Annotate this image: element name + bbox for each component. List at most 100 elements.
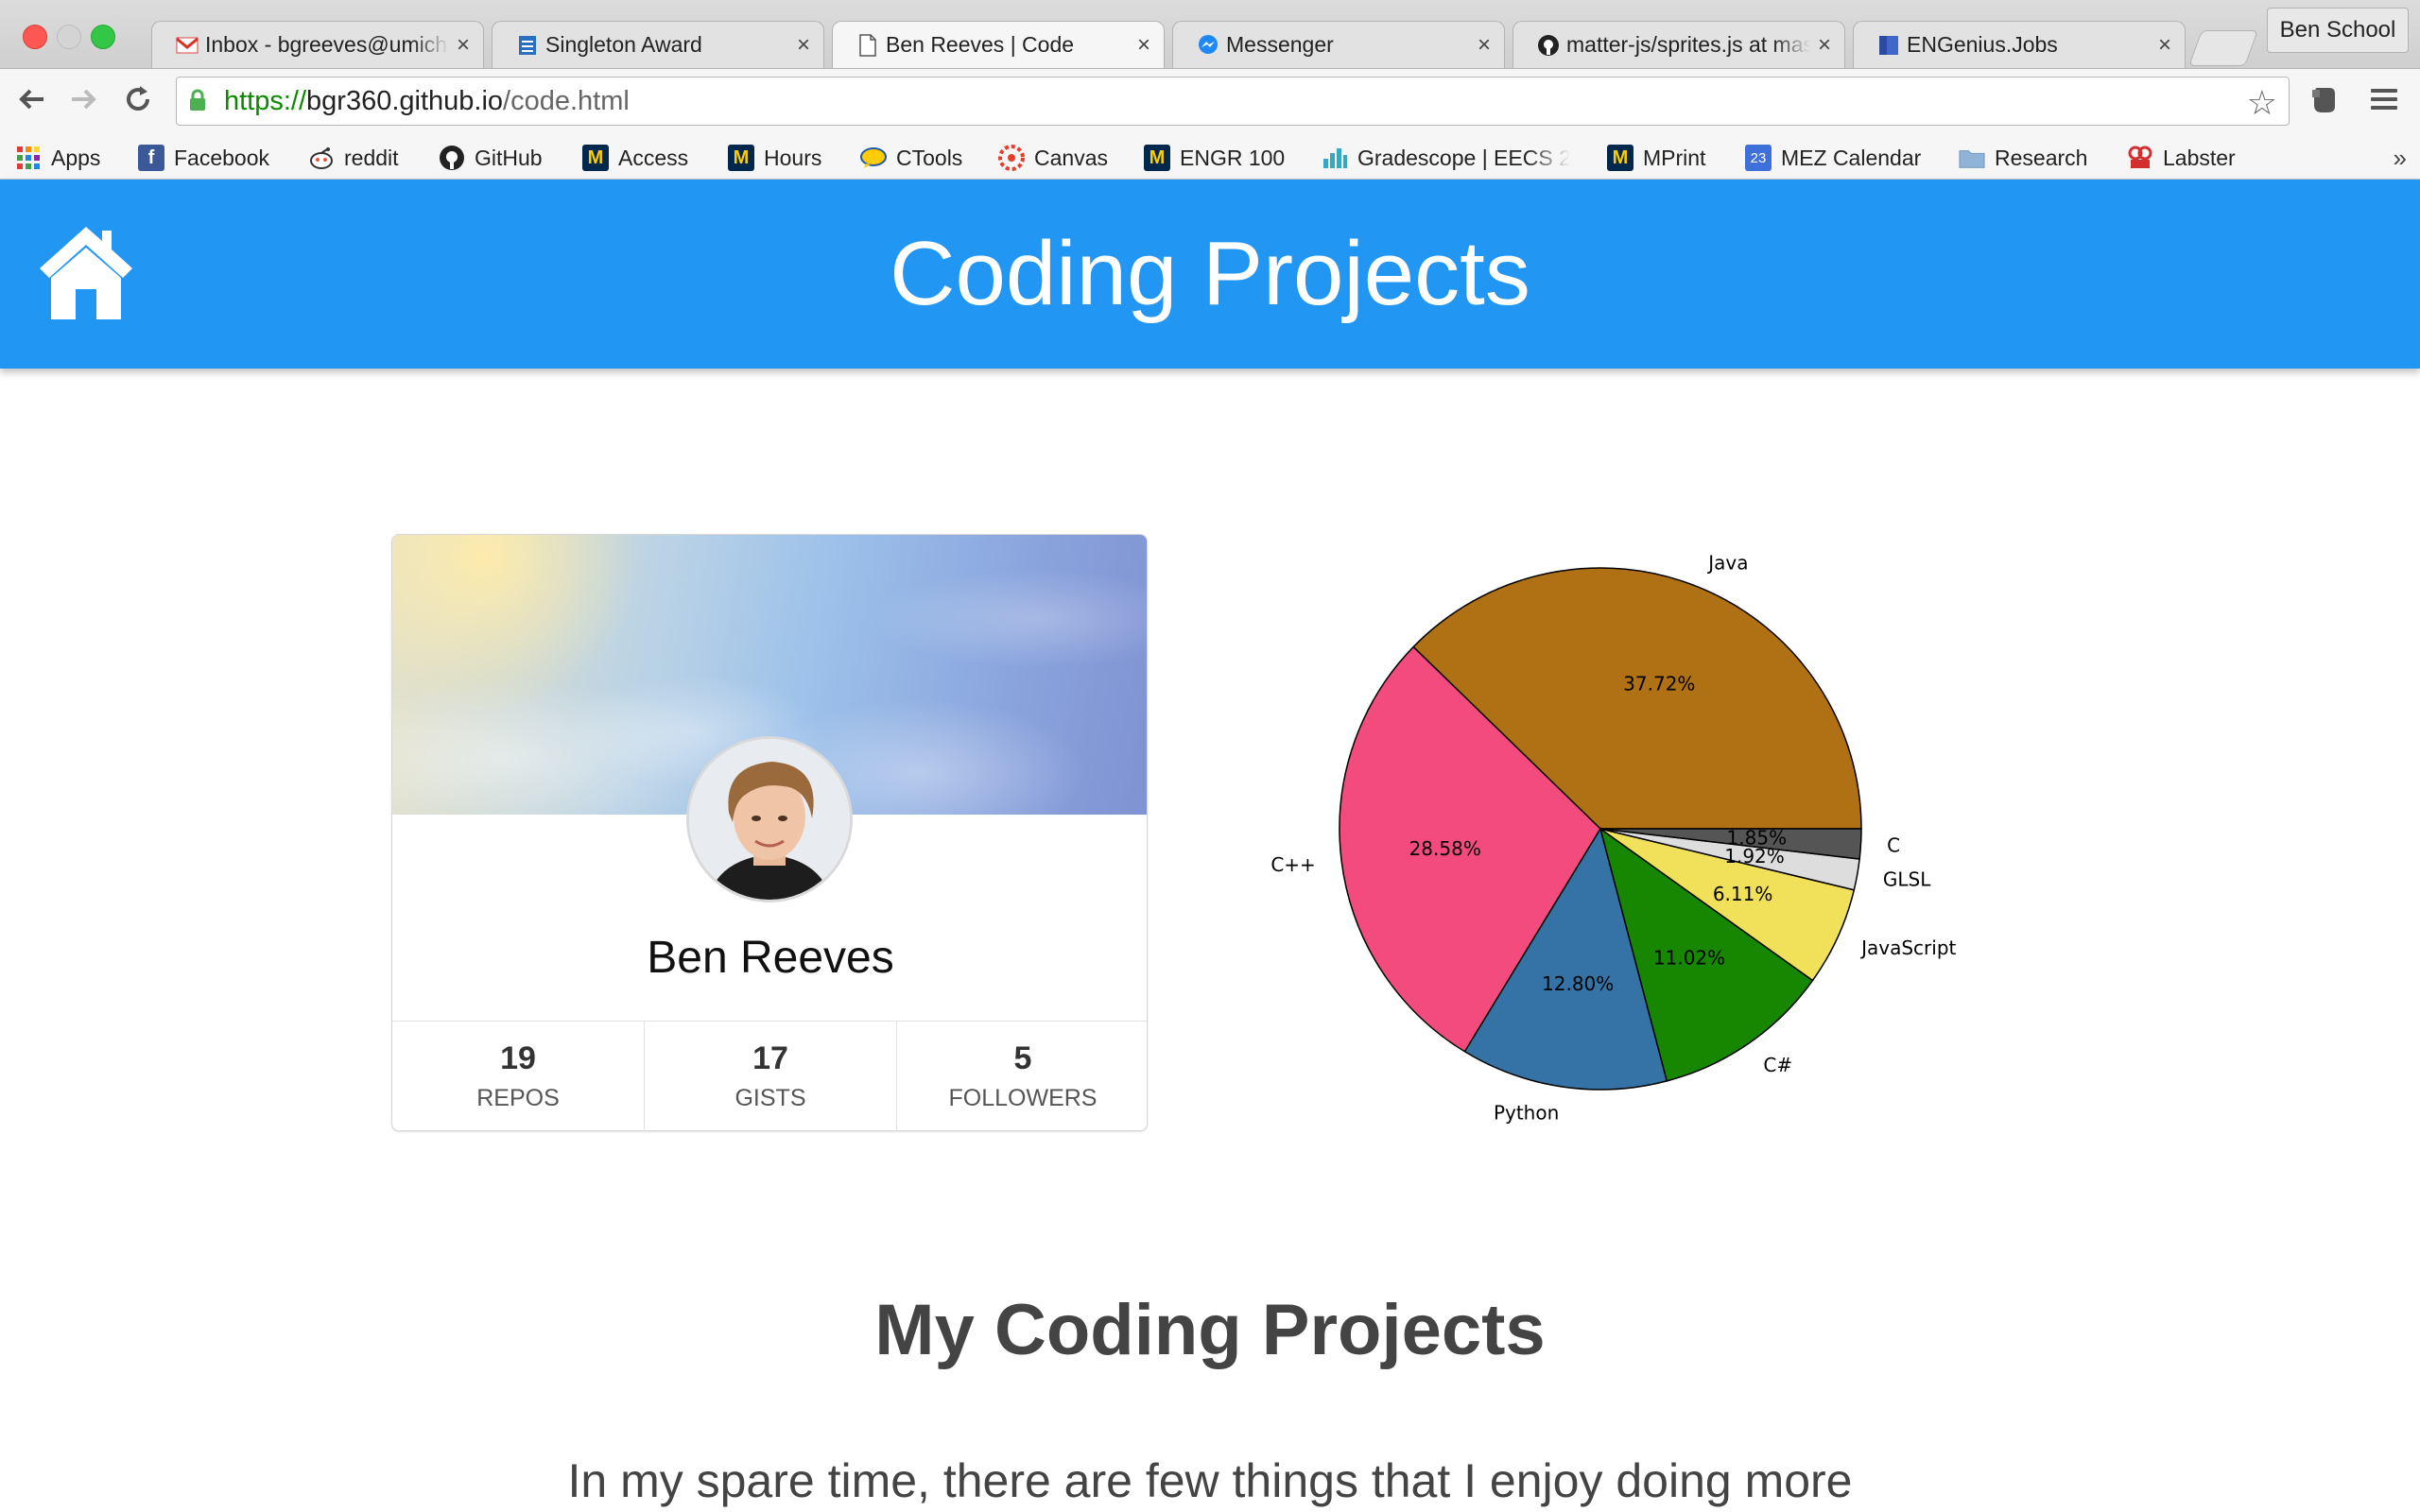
pie-category-label: Python bbox=[1494, 1101, 1559, 1124]
pie-category-label: C bbox=[1887, 834, 1900, 857]
stat-value: 17 bbox=[752, 1040, 788, 1076]
page-header: Coding Projects bbox=[0, 180, 2420, 369]
pie-pct-label: 37.72% bbox=[1623, 673, 1695, 696]
messenger-icon bbox=[1196, 33, 1220, 58]
bookmark-apps[interactable]: Apps bbox=[15, 136, 100, 180]
new-tab-button[interactable] bbox=[2188, 30, 2258, 66]
pie-category-label: C++ bbox=[1270, 853, 1315, 876]
maximize-window-button[interactable] bbox=[91, 25, 115, 49]
bookmark-star-icon[interactable]: ☆ bbox=[2247, 83, 2277, 123]
evernote-icon[interactable] bbox=[2310, 84, 2337, 122]
gmail-icon bbox=[175, 33, 199, 58]
stat-followers[interactable]: 5 FOLLOWERS bbox=[897, 1022, 1147, 1130]
umich-icon: M bbox=[1144, 145, 1170, 171]
close-tab-icon[interactable]: × bbox=[1137, 32, 1150, 59]
pie-category-label: C# bbox=[1763, 1054, 1792, 1076]
minimize-window-button[interactable] bbox=[57, 25, 81, 49]
stat-label: FOLLOWERS bbox=[948, 1085, 1098, 1111]
reload-icon[interactable] bbox=[121, 82, 155, 124]
ctools-icon bbox=[860, 145, 887, 171]
umich-icon: M bbox=[1607, 145, 1634, 171]
pie-category-label: JavaScript bbox=[1859, 936, 1956, 959]
tab-engenius-jobs[interactable]: ENGenius.Jobs × bbox=[1853, 21, 2186, 68]
bookmark-mez-calendar[interactable]: 23 MEZ Calendar bbox=[1745, 136, 1921, 180]
pie-category-label: GLSL bbox=[1883, 868, 1931, 890]
bookmark-hours[interactable]: M Hours bbox=[728, 136, 821, 180]
bookmark-mprint[interactable]: M MPrint bbox=[1607, 136, 1705, 180]
tab-inbox[interactable]: Inbox - bgreeves@umich.edu × bbox=[151, 21, 484, 68]
close-window-button[interactable] bbox=[23, 25, 47, 49]
profile-stats: 19 REPOS 17 GISTS 5 FOLLOWERS bbox=[392, 1021, 1147, 1130]
profile-button[interactable]: Ben School bbox=[2267, 8, 2409, 53]
page-title: Coding Projects bbox=[890, 223, 1530, 324]
pie-pct-label: 12.80% bbox=[1542, 972, 1614, 995]
pie-category-label: Java bbox=[1706, 552, 1748, 575]
close-tab-icon[interactable]: × bbox=[1818, 32, 1831, 59]
intro-paragraph: In my spare time, there are few things t… bbox=[567, 1454, 1853, 1507]
folder-icon bbox=[1959, 145, 1985, 171]
bookmark-labster[interactable]: Labster bbox=[2127, 136, 2236, 180]
close-tab-icon[interactable]: × bbox=[1478, 32, 1491, 59]
language-pie-chart: 37.72% Java 28.58% C++ 12.80% Python 11.02% C# 6… bbox=[1248, 529, 1985, 1153]
section-title: My Coding Projects bbox=[874, 1290, 1546, 1370]
address-bar[interactable]: https://bgr360.github.io/code.html ☆ bbox=[176, 77, 2290, 126]
avatar bbox=[689, 739, 850, 900]
tab-title: matter-js/sprites.js at master bbox=[1566, 32, 1810, 57]
lock-icon bbox=[190, 89, 205, 111]
umich-icon: M bbox=[582, 145, 609, 171]
bookmark-canvas[interactable]: Canvas bbox=[998, 136, 1108, 180]
stat-gists[interactable]: 17 GISTS bbox=[645, 1022, 897, 1130]
bookmark-facebook[interactable]: f Facebook bbox=[138, 136, 269, 180]
labster-icon bbox=[2127, 145, 2153, 171]
pie-chart-svg: 37.72% Java 28.58% C++ 12.80% Python 11.02% C# 6… bbox=[1270, 552, 1956, 1125]
window-titlebar: Inbox - bgreeves@umich.edu × Singleton A… bbox=[0, 0, 2420, 68]
bookmark-research[interactable]: Research bbox=[1959, 136, 2087, 180]
stat-value: 5 bbox=[1013, 1040, 1032, 1076]
stat-label: REPOS bbox=[476, 1085, 560, 1111]
sheet-icon bbox=[515, 33, 540, 58]
gradescope-icon bbox=[1322, 145, 1348, 171]
github-icon bbox=[439, 145, 465, 171]
umich-icon: M bbox=[728, 145, 754, 171]
bookmark-engr-100[interactable]: M ENGR 100 bbox=[1144, 136, 1285, 180]
bookmarks-bar: Apps f Facebook reddit GitHub M Access M Ho… bbox=[0, 136, 2420, 180]
engenius-icon bbox=[1876, 33, 1901, 58]
bookmark-github[interactable]: GitHub bbox=[439, 136, 543, 180]
back-icon[interactable] bbox=[15, 82, 49, 124]
tab-title: Ben Reeves | Code bbox=[886, 32, 1075, 57]
tab-messenger[interactable]: Messenger × bbox=[1172, 21, 1505, 68]
tab-title: ENGenius.Jobs bbox=[1907, 32, 2058, 57]
calendar-icon: 23 bbox=[1745, 145, 1772, 171]
close-tab-icon[interactable]: × bbox=[457, 32, 470, 59]
close-tab-icon[interactable]: × bbox=[2158, 32, 2171, 59]
pie-pct-label: 28.58% bbox=[1409, 837, 1481, 860]
tab-title: Messenger bbox=[1226, 32, 1334, 57]
stat-value: 19 bbox=[500, 1040, 536, 1076]
tab-title: Inbox - bgreeves@umich.edu bbox=[205, 32, 449, 57]
page-icon bbox=[856, 33, 880, 58]
close-tab-icon[interactable]: × bbox=[797, 32, 810, 59]
tab-singleton-award[interactable]: Singleton Award × bbox=[492, 21, 824, 68]
apps-grid-icon bbox=[15, 145, 42, 171]
bookmark-access[interactable]: M Access bbox=[582, 136, 688, 180]
forward-icon[interactable] bbox=[66, 82, 100, 124]
tab-title: Singleton Award bbox=[545, 32, 702, 57]
bookmark-gradescope[interactable]: Gradescope | EECS 281 bbox=[1322, 136, 1570, 180]
browser-toolbar: https://bgr360.github.io/code.html ☆ bbox=[0, 68, 2420, 136]
canvas-icon bbox=[998, 145, 1025, 171]
bookmark-reddit[interactable]: reddit bbox=[308, 136, 399, 180]
chrome-menu-icon[interactable] bbox=[2371, 84, 2397, 114]
github-profile-card[interactable]: Ben Reeves 19 REPOS 17 GISTS 5 FOLLOWERS bbox=[391, 534, 1148, 1131]
github-icon bbox=[1536, 33, 1561, 58]
pie-pct-label: 11.02% bbox=[1653, 946, 1725, 969]
facebook-icon: f bbox=[138, 145, 164, 171]
bookmark-ctools[interactable]: CTools bbox=[860, 136, 962, 180]
pie-pct-label: 6.11% bbox=[1713, 883, 1773, 905]
reddit-icon bbox=[308, 145, 335, 171]
stat-label: GISTS bbox=[735, 1085, 806, 1111]
tab-ben-reeves-code[interactable]: Ben Reeves | Code × bbox=[832, 21, 1165, 68]
pie-pct-label: 1.85% bbox=[1727, 827, 1788, 850]
more-bookmarks-icon[interactable]: » bbox=[2394, 144, 2407, 173]
tab-matter-js[interactable]: matter-js/sprites.js at master × bbox=[1512, 21, 1845, 68]
stat-repos[interactable]: 19 REPOS bbox=[392, 1022, 645, 1130]
